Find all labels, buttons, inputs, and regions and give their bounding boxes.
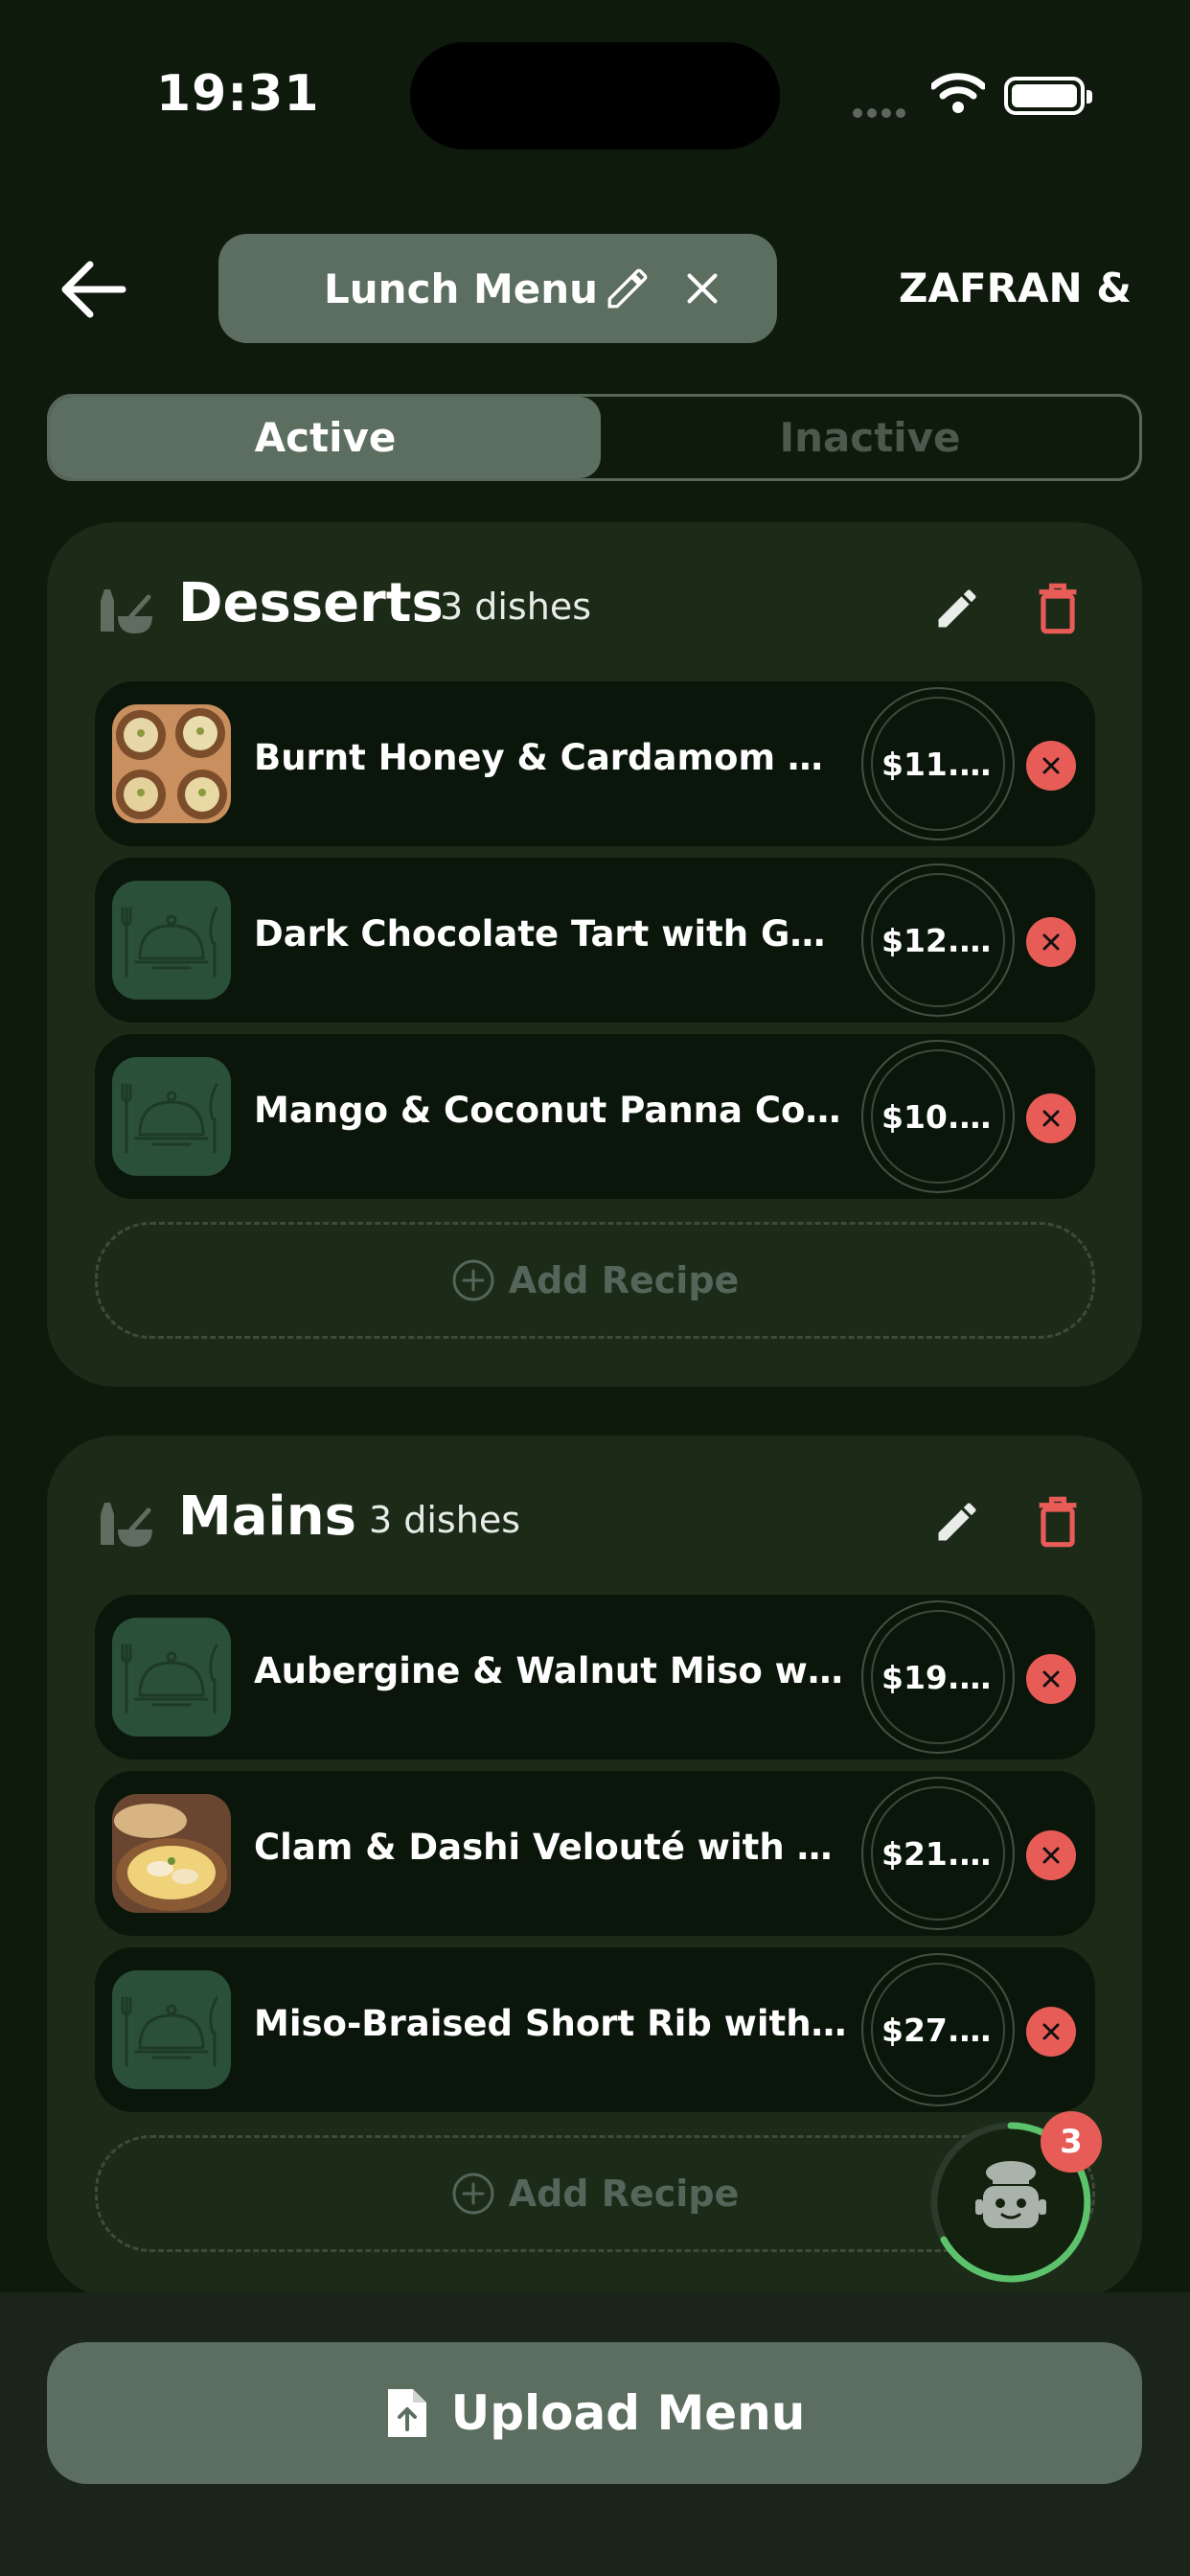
dish-placeholder xyxy=(112,1057,231,1176)
cellular-signal-icon xyxy=(853,104,910,118)
price-badge[interactable]: $11.00 xyxy=(861,687,1015,840)
remove-icon xyxy=(1042,1110,1060,1127)
price-badge[interactable]: $27.00 xyxy=(861,1953,1015,2106)
menu-title: Lunch Menu xyxy=(324,264,599,312)
dish-row[interactable]: Miso-Braised Short Rib with Black Garlic… xyxy=(95,1947,1095,2112)
cloche-icon xyxy=(121,1644,218,1714)
edit-menu-name-icon[interactable] xyxy=(604,264,652,312)
dish-price: $21.00 xyxy=(881,1834,995,1873)
remove-dish-button[interactable] xyxy=(1026,1093,1076,1143)
dish-placeholder xyxy=(112,1618,231,1736)
upload-menu-label: Upload Menu xyxy=(450,2385,806,2441)
add-recipe-label: Add Recipe xyxy=(508,1259,740,1301)
wifi-icon xyxy=(931,73,985,113)
dish-photo xyxy=(112,1794,231,1913)
add-recipe-label: Add Recipe xyxy=(508,2173,740,2215)
dish-row[interactable]: Clam & Dashi Velouté with Saffron $21.00 xyxy=(95,1771,1095,1936)
price-badge[interactable]: $10.00 xyxy=(861,1040,1015,1193)
category-dish-count: 3 dishes xyxy=(440,586,591,628)
dish-row[interactable]: Dark Chocolate Tart with Gochujang Caram… xyxy=(95,858,1095,1023)
price-badge[interactable]: $12.00 xyxy=(861,863,1015,1017)
price-badge[interactable]: $19.00 xyxy=(861,1600,1015,1754)
dish-name: Aubergine & Walnut Miso with Herbs xyxy=(254,1650,848,1691)
cloche-icon xyxy=(121,907,218,978)
dish-name: Mango & Coconut Panna Cotta with Lime xyxy=(254,1090,848,1131)
restaurant-name: ZAFRAN & MIRIN xyxy=(899,264,1142,311)
dish-name: Miso-Braised Short Rib with Black Garlic xyxy=(254,2003,848,2044)
status-time: 19:31 xyxy=(156,65,320,123)
dish-photo xyxy=(112,704,231,823)
upload-file-icon xyxy=(387,2389,426,2437)
remove-dish-button[interactable] xyxy=(1026,917,1076,967)
dish-row[interactable]: Aubergine & Walnut Miso with Herbs $19.0… xyxy=(95,1595,1095,1760)
bottom-bar: Upload Menu xyxy=(0,2292,1190,2576)
remove-dish-button[interactable] xyxy=(1026,1830,1076,1880)
remove-icon xyxy=(1042,933,1060,951)
mortar-icon xyxy=(101,589,152,633)
category-title: Desserts xyxy=(178,572,444,634)
add-circle-icon xyxy=(452,1259,494,1301)
cloche-icon xyxy=(121,1083,218,1154)
dish-price: $12.00 xyxy=(881,921,995,959)
dish-price: $27.00 xyxy=(881,2011,995,2049)
dish-name: Burnt Honey & Cardamom Rice Pudding xyxy=(254,737,848,778)
dynamic-island xyxy=(410,42,780,150)
dish-name: Clam & Dashi Velouté with Saffron xyxy=(254,1827,848,1868)
dish-price: $11.00 xyxy=(881,745,995,783)
notification-badge: 3 xyxy=(1041,2111,1102,2173)
remove-icon xyxy=(1042,2023,1060,2040)
close-icon[interactable] xyxy=(680,266,724,310)
remove-dish-button[interactable] xyxy=(1026,2007,1076,2057)
dish-row[interactable]: Mango & Coconut Panna Cotta with Lime $1… xyxy=(95,1034,1095,1199)
trash-icon[interactable] xyxy=(1034,582,1082,635)
add-recipe-button[interactable]: Add Recipe xyxy=(95,1222,1095,1339)
dish-placeholder xyxy=(112,1970,231,2089)
category-dish-count: 3 dishes xyxy=(369,1499,520,1541)
edit-category-icon[interactable] xyxy=(932,1497,982,1547)
dish-price: $19.00 xyxy=(881,1658,995,1696)
remove-dish-button[interactable] xyxy=(1026,1654,1076,1704)
category-card-desserts: Desserts 3 dishes Burnt Honey & Cardamom… xyxy=(47,522,1142,1387)
back-button[interactable] xyxy=(54,251,130,328)
trash-icon[interactable] xyxy=(1034,1495,1082,1549)
dish-price: $10.00 xyxy=(881,1097,995,1136)
status-bar: 19:31 xyxy=(0,0,1190,192)
tab-active[interactable]: Active xyxy=(50,397,601,478)
dish-row[interactable]: Burnt Honey & Cardamom Rice Pudding $11.… xyxy=(95,681,1095,846)
edit-category-icon[interactable] xyxy=(932,584,982,633)
remove-icon xyxy=(1042,757,1060,774)
price-badge[interactable]: $21.00 xyxy=(861,1777,1015,1930)
back-arrow-icon xyxy=(61,261,126,318)
dish-name: Dark Chocolate Tart with Gochujang Caram… xyxy=(254,913,848,954)
dish-placeholder xyxy=(112,881,231,1000)
remove-dish-button[interactable] xyxy=(1026,741,1076,791)
menu-name-pill[interactable]: Lunch Menu xyxy=(218,234,777,343)
tab-inactive[interactable]: Inactive xyxy=(601,397,1139,478)
category-title: Mains xyxy=(178,1485,356,1548)
remove-icon xyxy=(1042,1847,1060,1864)
status-tabs: Active Inactive xyxy=(47,394,1142,481)
remove-icon xyxy=(1042,1670,1060,1688)
cloche-icon xyxy=(121,1996,218,2067)
upload-menu-button[interactable]: Upload Menu xyxy=(47,2342,1142,2484)
mortar-icon xyxy=(101,1503,152,1547)
battery-icon xyxy=(1004,77,1092,115)
add-circle-icon xyxy=(452,2173,494,2215)
